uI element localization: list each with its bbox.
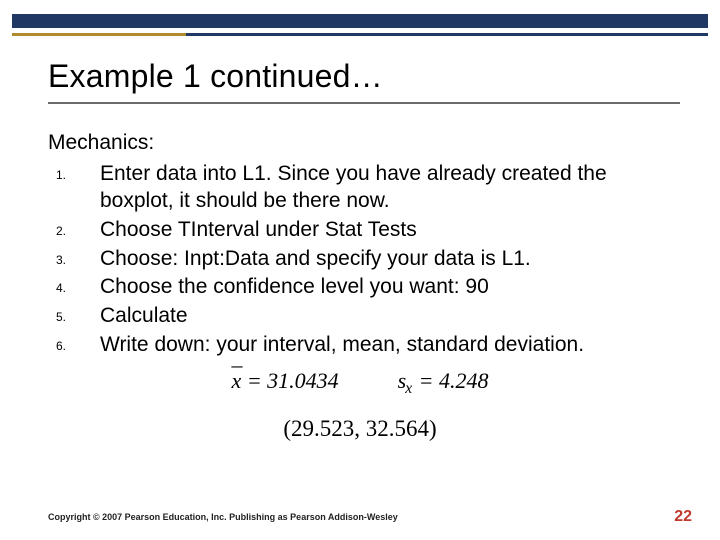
step-text: Choose: Inpt:Data and specify your data … — [100, 246, 680, 273]
xbar-symbol: x — [232, 368, 242, 394]
math-row-stats: x = 31.0434 sx = 4.248 — [0, 368, 720, 398]
list-item: 4. Choose the confidence level you want:… — [48, 274, 680, 301]
slide-title: Example 1 continued… — [48, 58, 383, 95]
step-text: Choose the confidence level you want: 90 — [100, 274, 680, 301]
list-item: 3. Choose: Inpt:Data and specify your da… — [48, 246, 680, 273]
step-number: 6. — [48, 332, 100, 354]
step-text: Write down: your interval, mean, standar… — [100, 332, 680, 359]
sx-value: 4.248 — [439, 368, 489, 393]
title-underline — [48, 102, 680, 104]
step-number: 2. — [48, 217, 100, 239]
equals-sign: = — [247, 368, 267, 393]
step-number: 1. — [48, 161, 100, 183]
step-number: 5. — [48, 303, 100, 325]
list-item: 6. Write down: your interval, mean, stan… — [48, 332, 680, 359]
header-bar-gold — [12, 33, 186, 36]
math-block: x = 31.0434 sx = 4.248 (29.523, 32.564) — [0, 368, 720, 442]
list-item: 2. Choose TInterval under Stat Tests — [48, 217, 680, 244]
header-rule — [0, 14, 720, 36]
sx-symbol: sx — [398, 368, 413, 393]
page-number: 22 — [674, 508, 692, 526]
step-text: Choose TInterval under Stat Tests — [100, 217, 680, 244]
list-item: 1. Enter data into L1. Since you have al… — [48, 161, 680, 215]
math-row-interval: (29.523, 32.564) — [0, 416, 720, 442]
copyright-footer: Copyright © 2007 Pearson Education, Inc.… — [48, 512, 398, 522]
step-number: 4. — [48, 274, 100, 296]
step-text: Calculate — [100, 303, 680, 330]
steps-list: 1. Enter data into L1. Since you have al… — [48, 161, 680, 359]
body-heading: Mechanics: — [48, 130, 680, 157]
header-bar-navy — [12, 14, 708, 28]
header-bar-navy-thin — [186, 33, 708, 36]
step-number: 3. — [48, 246, 100, 268]
equals-sign: = — [419, 368, 439, 393]
list-item: 5. Calculate — [48, 303, 680, 330]
header-bar-accent — [12, 33, 708, 36]
slide: Example 1 continued… Mechanics: 1. Enter… — [0, 0, 720, 540]
slide-body: Mechanics: 1. Enter data into L1. Since … — [48, 130, 680, 361]
step-text: Enter data into L1. Since you have alrea… — [100, 161, 680, 215]
xbar-value: 31.0434 — [267, 368, 339, 393]
